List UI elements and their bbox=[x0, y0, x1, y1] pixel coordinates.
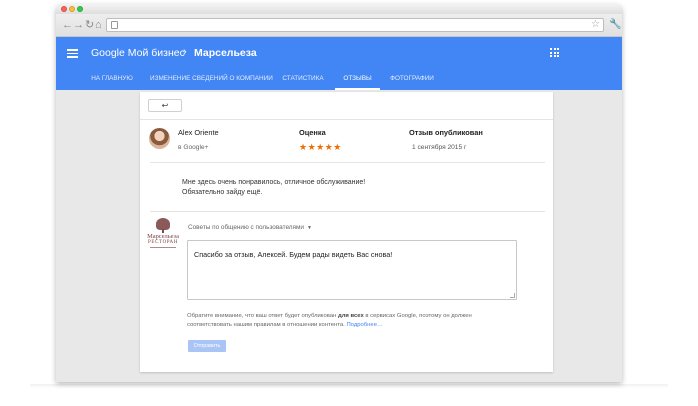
tab-edit-info[interactable]: Изменение сведений о компании bbox=[150, 72, 273, 90]
logo-name: Марсельеза bbox=[147, 233, 179, 240]
tab-reviews[interactable]: Отзывы bbox=[335, 72, 380, 90]
page-icon bbox=[111, 21, 118, 29]
window-shadow bbox=[30, 384, 668, 388]
divider bbox=[150, 211, 545, 212]
reply-text: Спасибо за отзыв, Алексей. Будем рады ви… bbox=[194, 250, 393, 259]
published-date: 1 сентября 2015 г bbox=[412, 144, 467, 151]
reviewer-name[interactable]: Alex Oriente bbox=[178, 128, 219, 137]
review-text-line: Мне здесь очень понравилось, отличное об… bbox=[182, 179, 366, 186]
chevron-right-icon: › bbox=[183, 46, 187, 58]
review-text-line: Обязательно зайду ещё. bbox=[182, 189, 263, 196]
browser-window: ← → ↻ ⌂ ☆ 🔧 Google Мой бизнес › Марселье… bbox=[56, 4, 622, 382]
stage: ← → ↻ ⌂ ☆ 🔧 Google Мой бизнес › Марселье… bbox=[0, 0, 698, 406]
bookmark-star-icon[interactable]: ☆ bbox=[591, 19, 600, 30]
divider bbox=[140, 119, 553, 120]
tab-bar: На главную Изменение сведений о компании… bbox=[56, 72, 622, 90]
back-button[interactable]: ↩ bbox=[148, 99, 182, 112]
publication-notice: Обратите внимание, что ваш ответ будет о… bbox=[187, 313, 472, 328]
minimize-window-icon[interactable] bbox=[69, 6, 75, 12]
reviewer-source: в Google+ bbox=[178, 144, 209, 151]
published-label: Отзыв опубликован bbox=[409, 128, 483, 137]
rating-stars: ★★★★★ bbox=[299, 142, 342, 152]
business-logo: Марсельеза РЕСТОРАН bbox=[146, 218, 180, 250]
reply-arrow-icon: ↩ bbox=[161, 101, 169, 110]
tab-home[interactable]: На главную bbox=[90, 72, 134, 90]
business-name: Марсельеза bbox=[194, 47, 257, 59]
tab-statistics[interactable]: Статистика bbox=[281, 72, 325, 90]
menu-icon[interactable] bbox=[67, 49, 78, 58]
forward-arrow-icon[interactable]: → bbox=[73, 19, 84, 31]
tab-photos[interactable]: Фотографии bbox=[389, 72, 435, 90]
review-text: Мне здесь очень понравилось, отличное об… bbox=[182, 178, 365, 198]
rating-label: Оценка bbox=[299, 128, 326, 137]
wrench-icon[interactable]: 🔧 bbox=[609, 19, 621, 30]
app-title[interactable]: Google Мой бизнес bbox=[91, 47, 185, 59]
back-arrow-icon[interactable]: ← bbox=[62, 19, 73, 31]
divider bbox=[150, 162, 545, 163]
home-icon[interactable]: ⌂ bbox=[95, 19, 102, 31]
resize-handle-icon[interactable] bbox=[510, 293, 515, 298]
send-button[interactable]: Отправить bbox=[188, 340, 226, 352]
address-bar[interactable]: ☆ bbox=[106, 18, 604, 32]
logo-subtitle: РЕСТОРАН bbox=[148, 240, 178, 245]
close-window-icon[interactable] bbox=[61, 6, 67, 12]
app-header: Google Мой бизнес › Марсельеза На главну… bbox=[56, 37, 622, 90]
browser-toolbar: ← → ↻ ⌂ ☆ 🔧 bbox=[56, 14, 622, 37]
reply-textarea[interactable]: Спасибо за отзыв, Алексей. Будем рады ви… bbox=[187, 240, 517, 300]
tips-label: Советы по общению с пользователями bbox=[188, 224, 304, 231]
tips-dropdown[interactable]: Советы по общению с пользователями ▼ bbox=[188, 224, 312, 231]
review-card: ↩ Alex Oriente в Google+ Оценка ★★★★★ От… bbox=[140, 92, 553, 372]
maximize-window-icon[interactable] bbox=[77, 6, 83, 12]
learn-more-link[interactable]: Подробнее… bbox=[346, 322, 382, 328]
reload-icon[interactable]: ↻ bbox=[85, 19, 94, 31]
apps-grid-icon[interactable] bbox=[550, 48, 559, 57]
avatar[interactable] bbox=[149, 128, 170, 149]
caret-down-icon: ▼ bbox=[306, 225, 312, 231]
window-titlebar bbox=[56, 4, 622, 14]
